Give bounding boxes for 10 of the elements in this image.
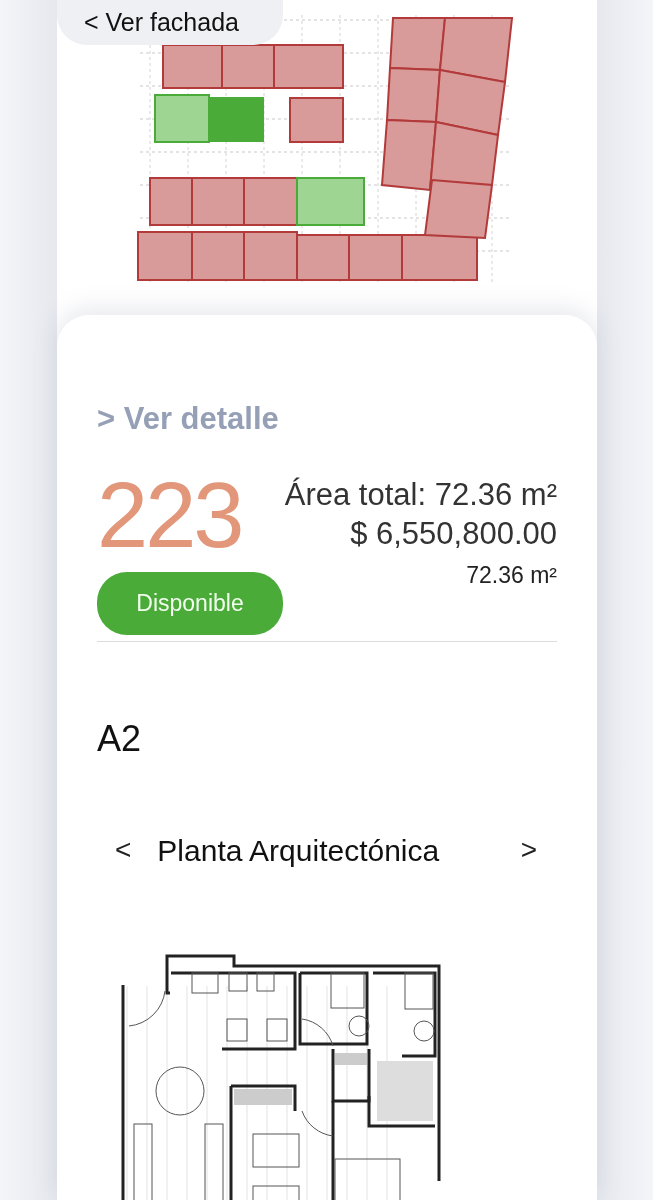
back-link[interactable]: < Ver fachada: [57, 0, 283, 45]
unit-number: 223: [97, 476, 243, 555]
price-text: $ 6,550,800.00: [350, 515, 557, 553]
status-badge: Disponible: [97, 572, 283, 635]
model-name: A2: [97, 716, 143, 761]
next-button[interactable]: >: [520, 829, 537, 872]
area-total-text: Área total: 72.36 m²: [284, 476, 557, 514]
previous-button[interactable]: <: [115, 829, 132, 872]
carousel-title: Planta Arquitectónica: [157, 832, 441, 869]
area-text: 72.36 m²: [466, 561, 557, 591]
